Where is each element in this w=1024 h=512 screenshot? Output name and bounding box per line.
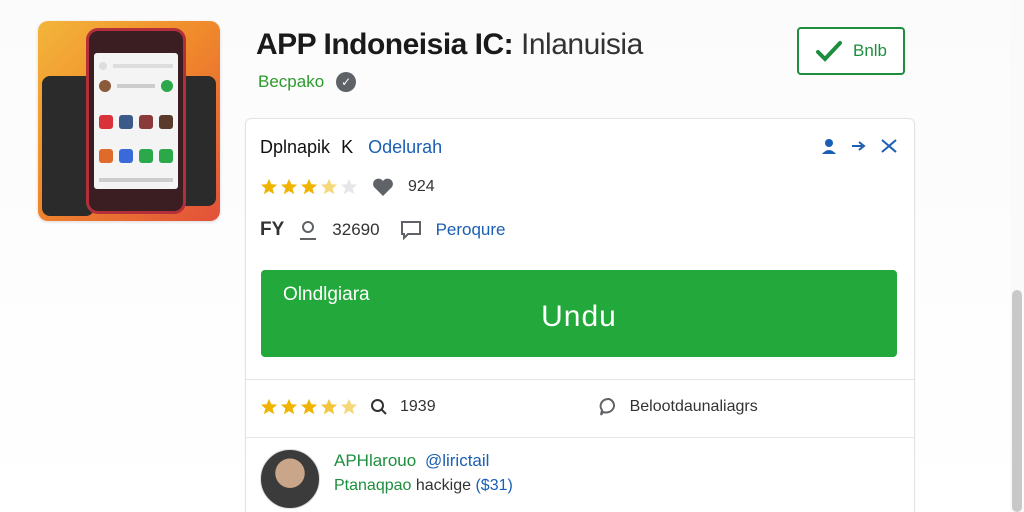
rating-count: 924: [408, 178, 435, 195]
comment-icon: [400, 221, 421, 240]
category-link[interactable]: Peroqure: [436, 220, 506, 240]
star-icon: [280, 178, 298, 195]
divider: [246, 437, 914, 438]
card-header-actions: [820, 137, 898, 155]
star-half-icon: [340, 398, 358, 415]
card-head-name: Dplnapik: [260, 137, 331, 157]
author-desc: Ptanaqpao: [334, 477, 412, 494]
rating-stars: [260, 178, 358, 196]
user-icon[interactable]: [820, 137, 838, 155]
author-price: ($31): [475, 477, 513, 494]
star-empty-icon: [340, 178, 358, 195]
card-head-link[interactable]: Odelurah: [368, 137, 442, 157]
heart-icon[interactable]: [372, 177, 394, 197]
author-info: APHlarouo @lirictail Ptanaqpao hackige (…: [334, 449, 513, 495]
developer-link[interactable]: Becpako: [258, 72, 324, 92]
downloads-count: 32690: [332, 220, 380, 239]
follow-button[interactable]: Bnlb: [797, 27, 905, 75]
install-label: Undu: [541, 300, 617, 333]
card-header: Dplnapik K Odelurah: [260, 137, 442, 158]
avatar: [260, 449, 320, 509]
phone-graphic: [86, 28, 186, 214]
author-row[interactable]: APHlarouo @lirictail Ptanaqpao hackige (…: [260, 449, 513, 509]
comment-icon: [599, 398, 615, 416]
author-name: APHlarouo: [334, 451, 417, 470]
star-icon: [280, 398, 298, 415]
scrollbar-track[interactable]: [1010, 0, 1024, 512]
info-icon[interactable]: ✓: [336, 72, 357, 92]
author-name-line: APHlarouo @lirictail: [334, 451, 513, 471]
star-half-icon: [320, 398, 338, 415]
reviews-count: 1939: [400, 398, 436, 415]
divider: [246, 379, 914, 380]
star-icon: [300, 398, 318, 415]
rating-row: 924: [260, 177, 435, 197]
author-package: hackige: [415, 477, 472, 494]
star-icon: [300, 178, 318, 195]
search-icon[interactable]: [370, 398, 388, 416]
app-title-light: Inlanuisia: [521, 28, 643, 61]
star-half-icon: [320, 178, 338, 195]
reviews-row: 1939 Belootdaunaliagrs: [260, 397, 758, 417]
phone-screen: [94, 53, 178, 189]
reviews-label: Belootdaunaliagrs: [629, 398, 758, 415]
star-icon: [260, 398, 278, 415]
app-screenshot-thumb[interactable]: [38, 21, 220, 221]
person-icon: [300, 221, 317, 240]
install-button[interactable]: Olndlgiara Undu: [261, 270, 897, 357]
app-title-bold: APP Indoneisia IC:: [256, 28, 514, 61]
card-head-tag: K: [341, 137, 354, 157]
developer-row: Becpako ✓: [258, 72, 357, 92]
age-rating: FY: [260, 219, 285, 240]
app-store-page: APP Indoneisia IC: Inlanuisia Becpako ✓ …: [0, 0, 1024, 512]
app-title: APP Indoneisia IC: Inlanuisia: [256, 28, 643, 62]
check-icon: [815, 41, 842, 62]
scrollbar-thumb[interactable]: [1012, 290, 1022, 512]
follow-label: Bnlb: [852, 41, 888, 60]
share-icon[interactable]: [850, 139, 868, 153]
star-icon: [260, 178, 278, 195]
author-handle[interactable]: @lirictail: [425, 451, 489, 470]
review-stars: [260, 398, 358, 416]
meta-row: FY 32690 Peroqure: [260, 219, 506, 241]
tools-icon[interactable]: [880, 138, 898, 154]
app-details-card: Dplnapik K Odelurah 924 FY 32690 Peroqur…: [245, 118, 915, 512]
reviews-link[interactable]: Belootdaunaliagrs: [598, 397, 758, 417]
author-desc-line: Ptanaqpao hackige ($31): [334, 477, 513, 495]
